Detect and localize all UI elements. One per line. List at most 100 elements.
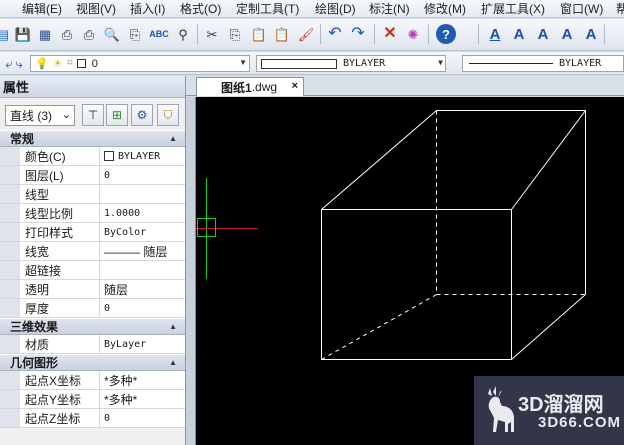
property-name: 起点Z坐标 bbox=[0, 409, 100, 427]
menu-format[interactable]: 格式(O) bbox=[180, 0, 221, 17]
redo-icon[interactable]: ↷ bbox=[349, 25, 367, 43]
close-icon[interactable]: × bbox=[292, 80, 298, 92]
collapse-icon[interactable]: ▲ bbox=[169, 358, 177, 367]
property-row[interactable]: 起点Y坐标 *多种* bbox=[0, 390, 185, 409]
property-row[interactable]: 透明 随层 bbox=[0, 280, 185, 299]
property-row[interactable]: 线宽 ——— 随层 bbox=[0, 242, 185, 261]
toggle-pickadd-icon[interactable]: ⊤ bbox=[82, 104, 104, 126]
selection-row: 直线 (3) ⌄ ⊤ ⊞ ⚙ ⛉ bbox=[0, 98, 185, 130]
linetype-preview bbox=[469, 63, 553, 64]
spell-check-icon[interactable]: ABC bbox=[149, 25, 169, 43]
menu-insert[interactable]: 插入(I) bbox=[130, 0, 165, 17]
menu-view[interactable]: 视图(V) bbox=[76, 0, 116, 17]
multiline-text-icon[interactable]: A bbox=[510, 25, 528, 43]
menu-dimension[interactable]: 标注(N) bbox=[369, 0, 410, 17]
cube-top-left-edge[interactable] bbox=[321, 110, 437, 210]
chevron-down-icon: ▼ bbox=[438, 58, 443, 67]
toolbar-separator bbox=[428, 24, 429, 44]
new-file-icon[interactable]: ▤ bbox=[0, 25, 12, 43]
cube-top-right-edge[interactable] bbox=[511, 110, 586, 210]
tab-extension: .dwg bbox=[251, 80, 278, 94]
property-row[interactable]: 材质 ByLayer bbox=[0, 335, 185, 354]
menu-edit[interactable]: 编辑(E) bbox=[22, 0, 62, 17]
palette-splitter[interactable] bbox=[186, 97, 196, 445]
cube-hidden-diagonal-edge[interactable] bbox=[321, 294, 437, 360]
menu-extension-tools[interactable]: 扩展工具(X) bbox=[481, 0, 545, 17]
section-geometry[interactable]: 几何图形 ▲ bbox=[0, 354, 185, 371]
toolbar-separator bbox=[374, 24, 375, 44]
section-title: 三维效果 bbox=[10, 320, 59, 334]
cube-front-face[interactable] bbox=[321, 209, 512, 360]
property-row[interactable]: 起点X坐标 *多种* bbox=[0, 371, 185, 390]
property-row[interactable]: 厚度 0 bbox=[0, 299, 185, 318]
chevron-down-icon: ▼ bbox=[239, 58, 247, 67]
scale-text-icon[interactable]: A bbox=[558, 25, 576, 43]
property-value bbox=[100, 185, 185, 203]
explode-icon[interactable]: ✺ bbox=[404, 25, 422, 43]
object-type-value: 直线 (3) bbox=[10, 109, 53, 123]
print-icon[interactable]: ⎙ bbox=[58, 25, 76, 43]
layer-isolate-icon[interactable]: ⤷ bbox=[10, 54, 28, 72]
copy-icon[interactable]: ⎘ bbox=[226, 25, 244, 43]
save-icon[interactable]: 💾 bbox=[14, 25, 32, 43]
property-value: 随层 bbox=[100, 280, 185, 298]
tab-title: 图纸1 bbox=[221, 80, 252, 95]
color-dropdown[interactable]: BYLAYER ▼ bbox=[256, 55, 446, 72]
property-row[interactable]: 线型比例 1.0000 bbox=[0, 204, 185, 223]
menu-help[interactable]: 帮 bbox=[616, 0, 624, 17]
edit-text-icon[interactable]: A bbox=[534, 25, 552, 43]
property-value: ByColor bbox=[100, 223, 185, 241]
publish-icon[interactable]: ⎘ bbox=[126, 25, 144, 43]
filter-icon[interactable]: ⛉ bbox=[157, 104, 179, 126]
delete-icon[interactable]: ✕ bbox=[381, 25, 399, 43]
menu-window[interactable]: 窗口(W) bbox=[560, 0, 603, 17]
plot-icon[interactable]: ⎙ bbox=[80, 25, 98, 43]
property-name: 打印样式 bbox=[0, 223, 100, 241]
property-value-text: BYLAYER bbox=[118, 150, 161, 162]
properties-palette: 属性 直线 (3) ⌄ ⊤ ⊞ ⚙ ⛉ 常规 ▲ 颜色(C) BYLAYER 图… bbox=[0, 76, 186, 445]
collapse-icon[interactable]: ▲ bbox=[169, 322, 177, 331]
toolbar-separator bbox=[478, 24, 479, 44]
menu-draw[interactable]: 绘图(D) bbox=[315, 0, 356, 17]
quick-select-icon[interactable]: ⚙ bbox=[131, 104, 153, 126]
property-row[interactable]: 起点Z坐标 0 bbox=[0, 409, 185, 428]
lock-icon: ⌗ bbox=[66, 57, 73, 69]
property-name: 厚度 bbox=[0, 299, 100, 317]
property-name: 线型 bbox=[0, 185, 100, 203]
toolbar-separator bbox=[197, 24, 198, 44]
color-value: BYLAYER bbox=[343, 58, 386, 69]
property-value: *多种* bbox=[100, 371, 185, 389]
cube-bottom-right-edge[interactable] bbox=[511, 294, 586, 360]
cut-icon[interactable]: ✂ bbox=[203, 25, 221, 43]
print-preview-icon[interactable]: 🔍 bbox=[103, 25, 121, 43]
property-name: 超链接 bbox=[0, 261, 100, 279]
match-properties-icon[interactable]: 🖌 bbox=[297, 25, 315, 43]
section-title: 常规 bbox=[10, 132, 35, 146]
section-3d-effects[interactable]: 三维效果 ▲ bbox=[0, 318, 185, 335]
section-general[interactable]: 常规 ▲ bbox=[0, 130, 185, 147]
justify-text-icon[interactable]: A bbox=[582, 25, 600, 43]
text-style-icon[interactable]: A bbox=[486, 25, 504, 43]
undo-icon[interactable]: ↶ bbox=[326, 25, 344, 43]
paste-icon[interactable]: 📋 bbox=[250, 25, 268, 43]
tab-drawing1[interactable]: 图纸1 .dwg × bbox=[196, 77, 304, 96]
collapse-icon[interactable]: ▲ bbox=[169, 134, 177, 143]
sun-icon: ☀ bbox=[52, 58, 63, 70]
property-row[interactable]: 超链接 bbox=[0, 261, 185, 280]
paste-special-icon[interactable]: 📋 bbox=[273, 25, 291, 43]
menu-modify[interactable]: 修改(M) bbox=[424, 0, 466, 17]
object-type-dropdown[interactable]: 直线 (3) ⌄ bbox=[5, 105, 75, 126]
property-row[interactable]: 图层(L) 0 bbox=[0, 166, 185, 185]
property-row[interactable]: 颜色(C) BYLAYER bbox=[0, 147, 185, 166]
toolbar-separator bbox=[604, 24, 605, 44]
property-name: 线宽 bbox=[0, 242, 100, 260]
property-row[interactable]: 打印样式 ByColor bbox=[0, 223, 185, 242]
select-objects-icon[interactable]: ⊞ bbox=[106, 104, 128, 126]
linetype-dropdown[interactable]: BYLAYER bbox=[462, 55, 624, 72]
find-icon[interactable]: ⚲ bbox=[174, 25, 192, 43]
menu-custom-tools[interactable]: 定制工具(T) bbox=[236, 0, 299, 17]
help-icon[interactable]: ? bbox=[436, 24, 456, 44]
save-as-icon[interactable]: ▦ bbox=[36, 25, 54, 43]
property-row[interactable]: 线型 bbox=[0, 185, 185, 204]
layer-dropdown[interactable]: 💡 ☀ ⌗ 0 ▼ bbox=[30, 55, 250, 72]
